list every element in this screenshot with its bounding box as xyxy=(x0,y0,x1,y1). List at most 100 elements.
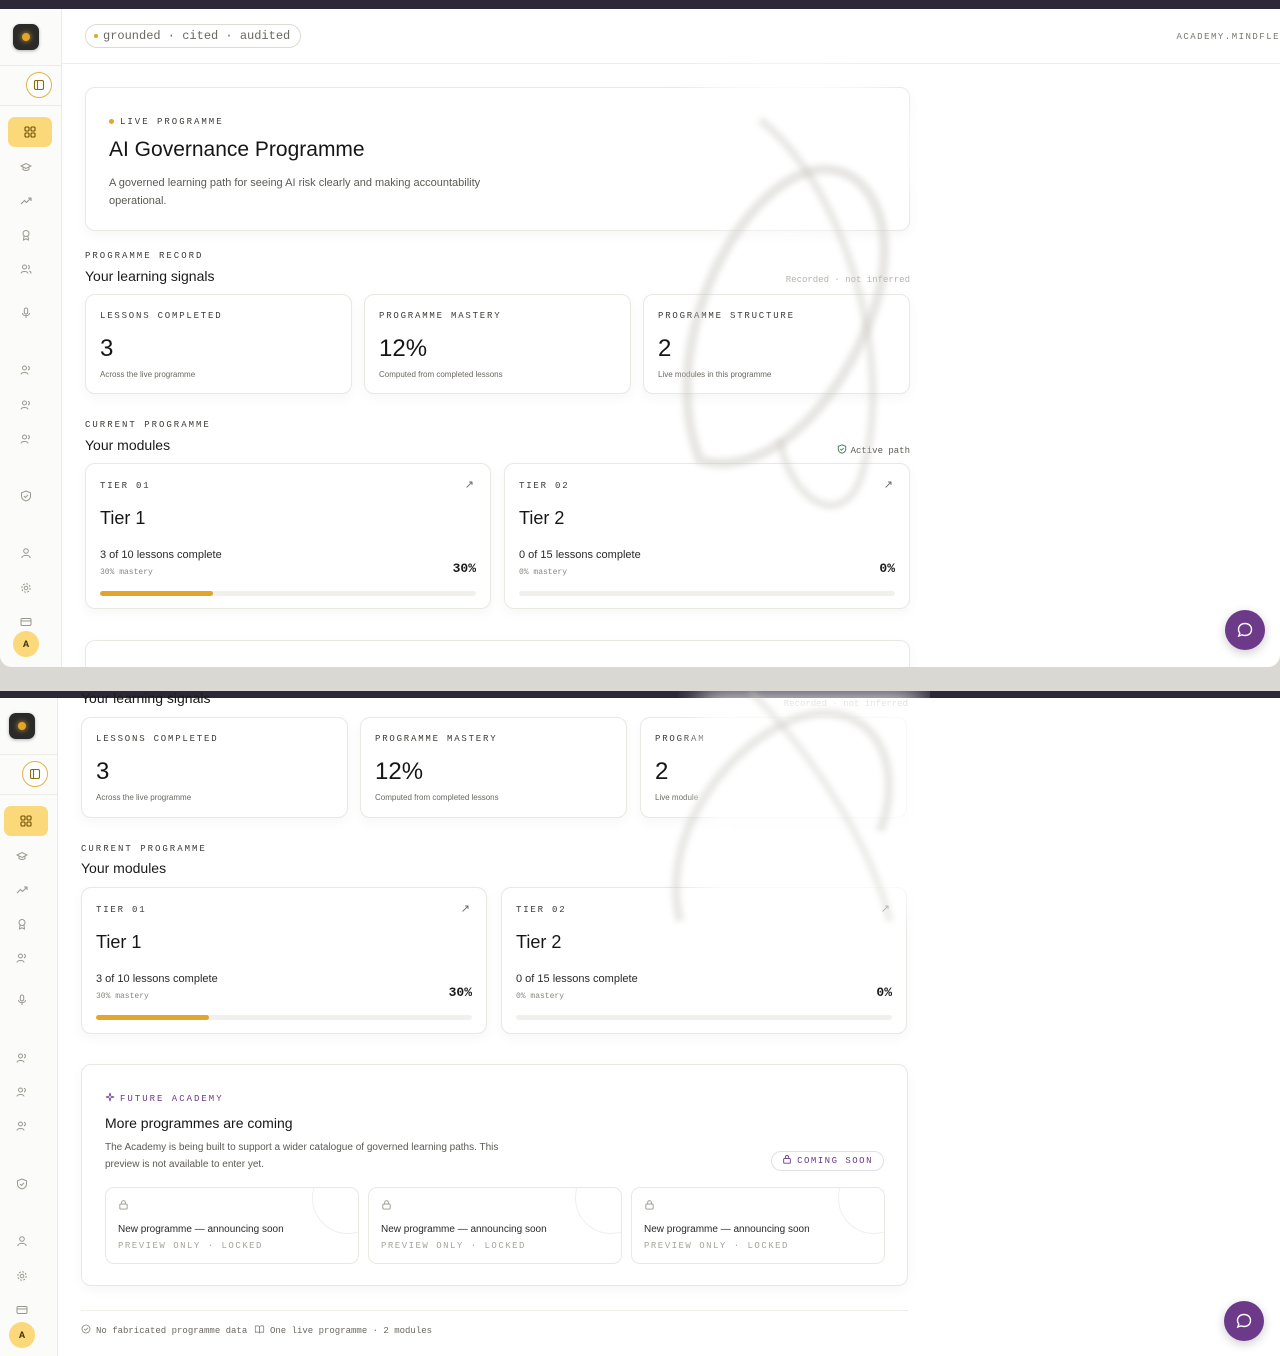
sidebar-item-dashboard[interactable] xyxy=(8,117,52,147)
sidebar-item-community[interactable] xyxy=(0,943,44,973)
sidebar-divider xyxy=(0,754,58,755)
module-percent: 0% xyxy=(879,561,895,576)
trending-up-icon xyxy=(16,886,28,894)
chat-button[interactable] xyxy=(1224,1301,1264,1341)
module-progress-bar xyxy=(519,591,895,596)
sidebar-item-groups[interactable] xyxy=(0,1077,44,1107)
chat-bubble-icon xyxy=(1237,622,1253,638)
credit-card-icon xyxy=(20,618,32,626)
stat-value: 2 xyxy=(655,758,669,785)
signals-eyebrow: PROGRAMME RECORD xyxy=(85,251,204,261)
module-mastery: 30% mastery xyxy=(96,992,149,1001)
sidebar-item-team[interactable] xyxy=(0,1043,44,1073)
sidebar-item-people[interactable] xyxy=(4,424,48,454)
stat-subtext: Live modules in this programme xyxy=(658,370,772,379)
sidebar-item-billing[interactable] xyxy=(0,1295,44,1325)
preview-title: New programme — announcing soon xyxy=(644,1224,810,1235)
module-mastery: 0% mastery xyxy=(516,992,565,1001)
sidebar-item-learning[interactable] xyxy=(4,152,48,182)
module-card-tier-1[interactable]: TIER 01 ↗ Tier 1 3 of 10 lessons complet… xyxy=(81,887,487,1034)
top-header: grounded · cited · audited ACADEMY.MINDF… xyxy=(62,9,1280,64)
module-card-tier-2[interactable]: TIER 02 ↗ Tier 2 0 of 15 lessons complet… xyxy=(501,887,907,1034)
credit-card-icon xyxy=(16,1306,28,1314)
users-icon xyxy=(16,953,26,963)
sidebar-item-groups[interactable] xyxy=(4,390,48,420)
sidebar-item-certificates[interactable] xyxy=(4,220,48,250)
preview-card: New programme — announcing soon PREVIEW … xyxy=(631,1187,885,1264)
sidebar-item-profile[interactable] xyxy=(0,1226,44,1256)
live-dot xyxy=(109,119,114,125)
dashboard-icon xyxy=(20,815,32,827)
signals-note: Recorded · not inferred xyxy=(785,275,910,285)
stat-subtext: Across the live programme xyxy=(96,793,192,802)
sidebar-item-settings[interactable] xyxy=(0,1261,44,1291)
stat-card-structure-partial: PROGRAM 2 Live module xyxy=(640,717,907,818)
sidebar-item-learning[interactable] xyxy=(0,841,44,871)
sidebar-item-progress[interactable] xyxy=(0,875,44,905)
sidebar-item-governance[interactable] xyxy=(0,1169,44,1199)
sidebar-item-profile[interactable] xyxy=(4,538,48,568)
collapse-sidebar-button[interactable] xyxy=(22,761,48,787)
lock-icon xyxy=(783,1155,791,1164)
sidebar-item-settings[interactable] xyxy=(4,573,48,603)
hero-description: A governed learning path for seeing AI r… xyxy=(109,177,481,207)
module-tier: TIER 01 xyxy=(100,481,151,491)
module-card-tier-2[interactable]: TIER 02 ↗ Tier 2 0 of 15 lessons complet… xyxy=(504,463,910,609)
sidebar-item-progress[interactable] xyxy=(4,186,48,216)
team-icon xyxy=(20,365,30,375)
sidebar-item-team[interactable] xyxy=(4,355,48,385)
sidebar-item-voice[interactable] xyxy=(4,298,48,328)
sparkle-icon xyxy=(105,1092,115,1102)
module-title: Tier 1 xyxy=(96,932,142,952)
chat-button[interactable] xyxy=(1225,610,1265,650)
user-avatar[interactable]: A xyxy=(13,631,39,657)
stat-subtext: Across the live programme xyxy=(100,370,196,379)
sidebar: A xyxy=(0,698,58,1356)
modules-title: Your modules xyxy=(81,860,167,876)
check-circle-icon xyxy=(81,1324,91,1334)
hero-eyebrow: LIVE PROGRAMME xyxy=(109,117,224,127)
module-lessons: 3 of 10 lessons complete xyxy=(96,973,218,985)
users-icon xyxy=(20,264,32,274)
sidebar-item-voice[interactable] xyxy=(0,985,44,1015)
module-percent: 0% xyxy=(876,985,892,1000)
footer-right-text: One live programme · 2 modules xyxy=(270,1326,433,1336)
stat-card-structure: PROGRAMME STRUCTURE 2 Live modules in th… xyxy=(643,294,910,394)
future-title: More programmes are coming xyxy=(105,1115,293,1131)
signals-title: Your learning signals xyxy=(85,268,215,284)
sidebar-toggle-icon xyxy=(29,768,41,780)
app-logo[interactable] xyxy=(13,24,39,50)
preview-subtext: PREVIEW ONLY · LOCKED xyxy=(118,1241,263,1251)
sidebar-item-governance[interactable] xyxy=(4,481,48,511)
trending-up-icon xyxy=(20,197,32,205)
module-lessons: 0 of 15 lessons complete xyxy=(516,973,638,985)
sidebar-item-certificates[interactable] xyxy=(0,909,44,939)
footer-no-fabrication: No fabricated programme data xyxy=(81,1324,247,1336)
stat-value: 3 xyxy=(96,758,110,785)
stat-subtext: Computed from completed lessons xyxy=(375,793,499,802)
arrow-up-right-icon[interactable]: ↗ xyxy=(884,478,893,491)
user-avatar[interactable]: A xyxy=(9,1322,35,1348)
preview-subtext: PREVIEW ONLY · LOCKED xyxy=(381,1241,526,1251)
stat-label: PROGRAMME STRUCTURE xyxy=(658,311,795,321)
sidebar-item-community[interactable] xyxy=(4,254,48,284)
graduation-cap-icon xyxy=(20,162,32,171)
arrow-up-right-icon[interactable]: ↗ xyxy=(881,902,890,915)
stat-label: PROGRAM xyxy=(655,734,706,744)
footer-left-text: No fabricated programme data xyxy=(96,1326,248,1336)
module-progress-bar xyxy=(100,591,476,596)
sidebar-item-people[interactable] xyxy=(0,1111,44,1141)
collapse-sidebar-button[interactable] xyxy=(26,72,52,98)
sidebar-item-dashboard[interactable] xyxy=(4,806,48,836)
arrow-up-right-icon[interactable]: ↗ xyxy=(465,478,474,491)
app-logo[interactable] xyxy=(9,713,35,739)
stat-value: 12% xyxy=(375,758,424,785)
shield-check-icon xyxy=(837,444,846,454)
module-tier: TIER 02 xyxy=(519,481,570,491)
module-tier: TIER 01 xyxy=(96,905,147,915)
modules-status-text: Active path xyxy=(850,446,910,456)
team-icon xyxy=(16,1053,26,1063)
arrow-up-right-icon[interactable]: ↗ xyxy=(461,902,470,915)
module-card-tier-1[interactable]: TIER 01 ↗ Tier 1 3 of 10 lessons complet… xyxy=(85,463,491,609)
module-progress-fill xyxy=(100,591,213,596)
